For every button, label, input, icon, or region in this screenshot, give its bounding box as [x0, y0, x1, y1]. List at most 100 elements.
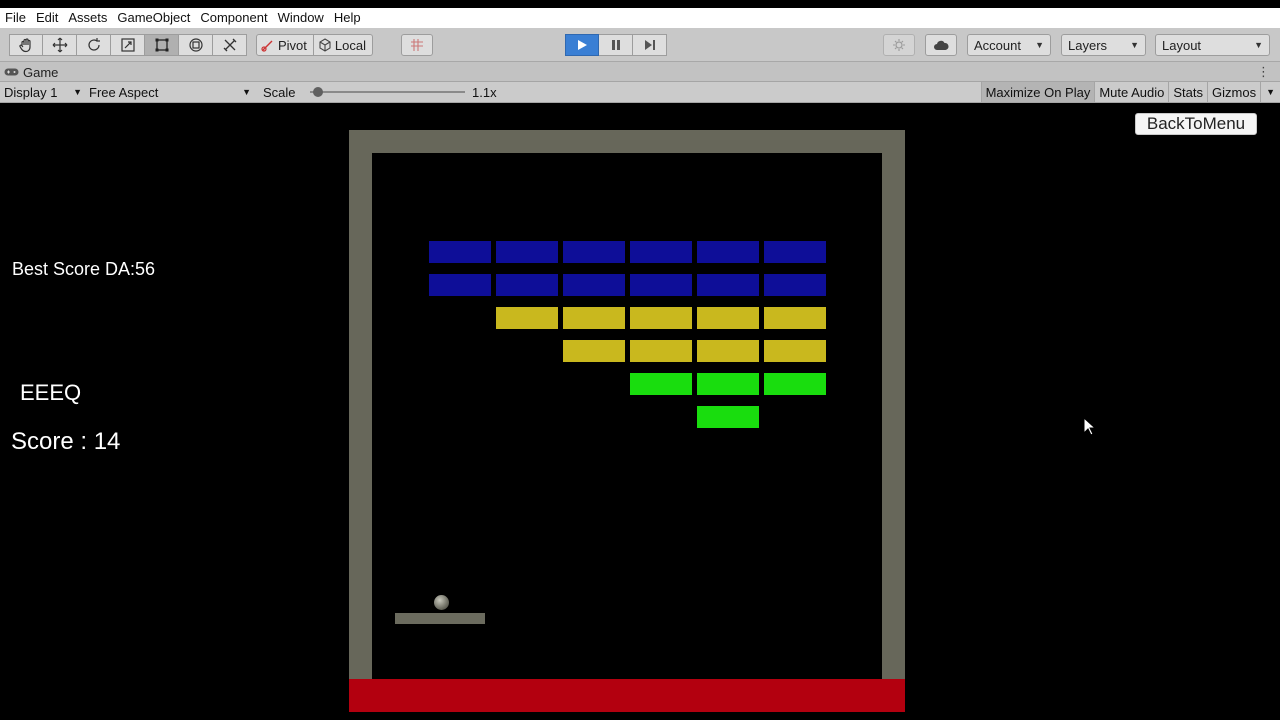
menu-edit[interactable]: Edit	[31, 8, 63, 28]
brick-green	[697, 373, 759, 395]
game-view-options: Maximize On Play Mute Audio Stats Gizmos…	[980, 82, 1280, 102]
transform-icon	[188, 38, 203, 52]
transform-tool-button[interactable]	[179, 34, 213, 56]
best-score-label: Best Score DA:56	[12, 259, 156, 279]
pivot-button[interactable]: Pivot	[256, 34, 314, 56]
grid-snap-group	[401, 34, 433, 56]
display-label: Display 1	[4, 84, 58, 100]
brick-yellow	[563, 340, 625, 362]
account-dropdown[interactable]: Account ▼	[967, 34, 1051, 56]
rotate-tool-button[interactable]	[77, 34, 111, 56]
scale-slider-track[interactable]	[310, 91, 465, 93]
scale-slider-handle[interactable]	[312, 87, 323, 97]
gizmos-chevron-icon[interactable]: ▼	[1260, 82, 1280, 102]
brick-blue	[563, 241, 625, 263]
score-label: Score : 14	[11, 428, 121, 455]
brick-blue	[429, 274, 491, 296]
player-name-label: EEEQ	[20, 380, 82, 405]
aspect-label: Free Aspect	[89, 84, 159, 100]
layout-dropdown[interactable]: Layout ▼	[1155, 34, 1270, 56]
layers-group: Layers ▼	[1061, 34, 1146, 56]
play-controls	[565, 34, 667, 56]
cloud-icon	[934, 40, 949, 50]
menu-window[interactable]: Window	[273, 8, 329, 28]
maximize-on-play-toggle[interactable]: Maximize On Play	[980, 82, 1095, 102]
brick-yellow	[630, 307, 692, 329]
menu-assets[interactable]: Assets	[63, 8, 112, 28]
mute-audio-toggle[interactable]: Mute Audio	[1094, 82, 1168, 102]
menu-file[interactable]: File	[0, 8, 31, 28]
brick-blue	[496, 241, 558, 263]
chevron-down-icon: ▼	[1254, 40, 1263, 50]
back-to-menu-button[interactable]: BackToMenu	[1135, 113, 1257, 135]
custom-tool-icon	[223, 38, 236, 52]
menu-gameobject[interactable]: GameObject	[112, 8, 195, 28]
cloud-button[interactable]	[925, 34, 957, 56]
game-tab-bar: Game ⋮	[0, 62, 1280, 82]
pause-button[interactable]	[599, 34, 633, 56]
brick-green	[630, 373, 692, 395]
local-button[interactable]: Local	[313, 34, 373, 56]
display-dropdown[interactable]: Display 1 ▼	[4, 82, 84, 102]
rect-tool-button[interactable]	[145, 34, 179, 56]
custom-tool-button[interactable]	[213, 34, 247, 56]
layers-label: Layers	[1068, 37, 1108, 53]
step-button[interactable]	[633, 34, 667, 56]
floor-deadzone	[349, 679, 905, 712]
game-viewport[interactable]: Best Score DA:56 EEEQ Score : 14 BackToM…	[0, 104, 1280, 720]
brick-green	[697, 406, 759, 428]
local-label: Local	[334, 37, 366, 53]
pivot-label: Pivot	[278, 37, 307, 53]
brick-yellow	[764, 307, 826, 329]
brick-blue	[697, 241, 759, 263]
brick-blue	[630, 241, 692, 263]
ball	[434, 595, 449, 610]
pivot-group: Pivot Local	[256, 34, 373, 56]
menu-component[interactable]: Component	[195, 8, 272, 28]
rotate-icon	[87, 38, 100, 51]
rect-tool-icon	[155, 38, 168, 52]
brick-blue	[563, 274, 625, 296]
scale-icon	[120, 38, 135, 52]
left-wall	[349, 130, 372, 710]
main-toolbar: Pivot Local Account ▼ Layers ▼ Layout ▼	[0, 28, 1280, 62]
layers-dropdown[interactable]: Layers ▼	[1061, 34, 1146, 56]
layout-group: Layout ▼	[1155, 34, 1270, 56]
play-button[interactable]	[565, 34, 599, 56]
more-options-icon[interactable]: ⋮	[1257, 62, 1270, 82]
brick-blue	[429, 241, 491, 263]
pause-icon	[611, 40, 620, 50]
move-icon	[52, 37, 67, 53]
brick-yellow	[630, 340, 692, 362]
scale-tool-button[interactable]	[111, 34, 145, 56]
chevron-down-icon: ▼	[73, 87, 82, 97]
brick-blue	[630, 274, 692, 296]
window-top-strip	[0, 0, 1280, 8]
pivot-icon	[261, 40, 273, 52]
brick-green	[764, 373, 826, 395]
hand-icon	[19, 38, 31, 53]
services-group	[883, 34, 915, 56]
layout-label: Layout	[1162, 37, 1202, 53]
brick-blue	[496, 274, 558, 296]
grid-snap-button[interactable]	[401, 34, 433, 56]
collab-button[interactable]	[883, 34, 915, 56]
play-icon	[578, 40, 587, 50]
tab-game[interactable]: Game	[4, 62, 58, 82]
stats-toggle[interactable]: Stats	[1168, 82, 1207, 102]
move-tool-button[interactable]	[43, 34, 77, 56]
paddle	[395, 613, 485, 624]
game-view-toolbar: Display 1 ▼ Free Aspect ▼ Scale 1.1x Max…	[0, 82, 1280, 103]
hand-tool-button[interactable]	[9, 34, 43, 56]
gizmos-toggle[interactable]: Gizmos	[1207, 82, 1260, 102]
brick-blue	[764, 274, 826, 296]
brick-yellow	[496, 307, 558, 329]
account-label: Account	[974, 37, 1021, 53]
menu-help[interactable]: Help	[329, 8, 366, 28]
chevron-down-icon: ▼	[1035, 40, 1044, 50]
brick-blue	[764, 241, 826, 263]
brick-yellow	[563, 307, 625, 329]
aspect-dropdown[interactable]: Free Aspect ▼	[89, 82, 253, 102]
brick-blue	[697, 274, 759, 296]
brick-yellow	[697, 307, 759, 329]
